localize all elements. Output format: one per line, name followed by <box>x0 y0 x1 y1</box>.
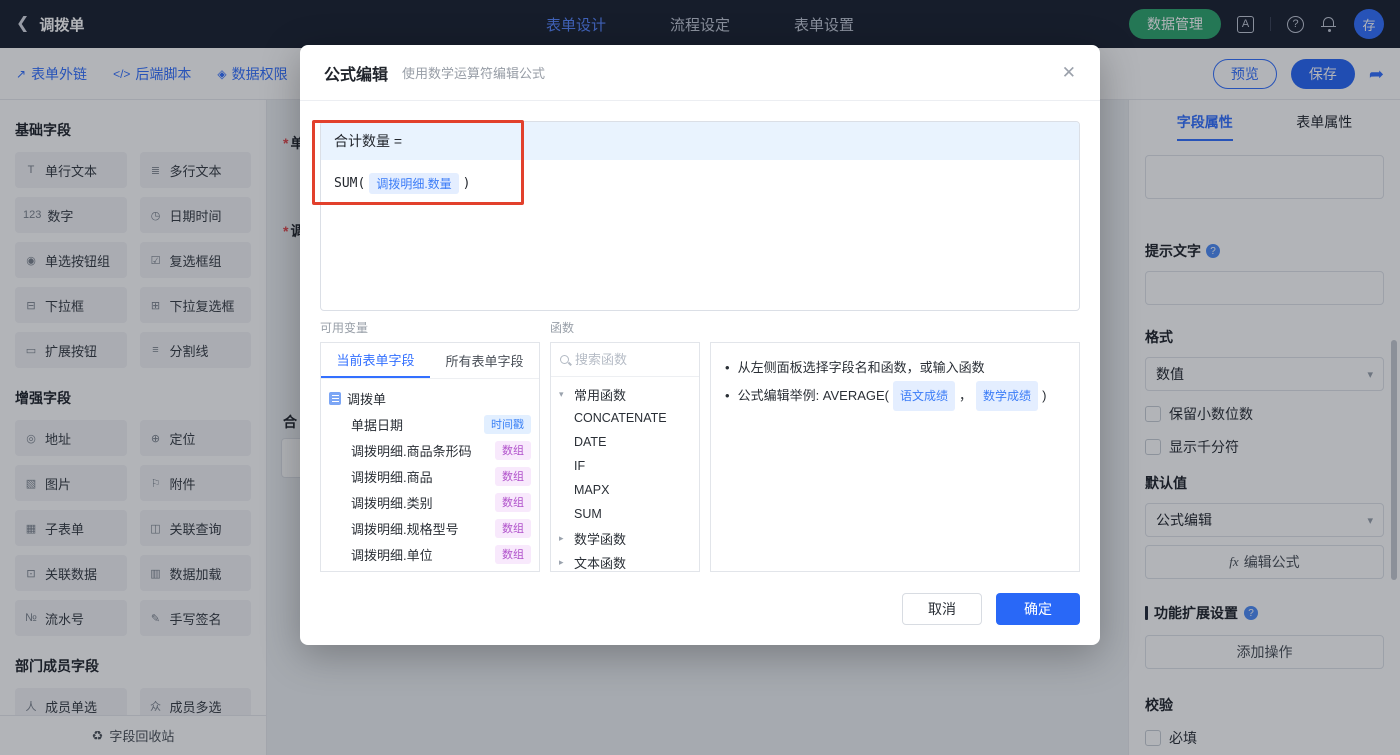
formula-edit-modal: 公式编辑 使用数学运算符编辑公式 ✕ 合计数量 = SUM( 调拨明细.数量 )… <box>300 45 1100 645</box>
variable-name: 单据日期 <box>351 417 404 433</box>
variable-type-badge: 时间戳 <box>484 414 531 434</box>
variable-type-badge: 数组 <box>495 544 531 564</box>
function-search-input[interactable] <box>575 352 690 367</box>
variable-row[interactable]: 调拨明细.单位 数组 <box>329 541 531 567</box>
tip-text: 从左侧面板选择字段名和函数，或输入函数 <box>737 360 985 375</box>
variable-row[interactable]: 调拨明细.类别 数组 <box>329 489 531 515</box>
function-search[interactable] <box>551 343 699 377</box>
function-group-label: 文本函数 <box>574 555 627 571</box>
function-date[interactable]: DATE <box>559 430 691 454</box>
formula-target-row: 合计数量 = <box>321 122 1079 160</box>
variable-type-badge: 数组 <box>495 518 531 538</box>
close-icon[interactable]: ✕ <box>1062 63 1076 83</box>
form-doc-icon <box>329 391 341 405</box>
function-group-label: 常用函数 <box>574 387 627 403</box>
variable-name: 调拨明细.商品 <box>351 469 433 485</box>
function-sum[interactable]: SUM <box>559 502 691 526</box>
app: ❮ 调拨单 表单设计 流程设定 表单设置 数据管理 A ? 存 ↗ 表单外链 </… <box>0 0 1400 755</box>
variable-row[interactable]: 调拨明细.商品 数组 <box>329 463 531 489</box>
variable-row[interactable]: 调拨明细.商品条形码 数组 <box>329 437 531 463</box>
formula-target-label: 合计数量 = <box>334 133 403 149</box>
search-icon <box>560 355 569 364</box>
function-concatenate[interactable]: CONCATENATE <box>559 406 691 430</box>
example-field-token: 语文成绩 <box>893 381 956 411</box>
tab-all-form-fields[interactable]: 所有表单字段 <box>430 343 539 378</box>
tree-root-form[interactable]: 调拨单 <box>329 385 531 411</box>
function-group-math[interactable]: ▸ 数学函数 <box>559 526 691 550</box>
modal-header: 公式编辑 使用数学运算符编辑公式 ✕ <box>300 45 1100 101</box>
tip-text: ) <box>1042 388 1047 403</box>
variable-type-badge: 数组 <box>495 440 531 460</box>
tip-text: 公式编辑举例: AVERAGE( <box>737 388 890 403</box>
panels-row: 当前表单字段 所有表单字段 调拨单 单据日期 时间戳 调拨明细.商品条形码 数组 调… <box>320 342 1080 572</box>
functions-panel: ▾ 常用函数 CONCATENATE DATE IF MAPX SUM ▸ 数学函数… <box>550 342 700 572</box>
tips-panel: 从左侧面板选择字段名和函数，或输入函数 公式编辑举例: AVERAGE( 语文成… <box>710 342 1080 572</box>
chevron-down-icon: ▾ <box>559 388 564 399</box>
confirm-button[interactable]: 确定 <box>996 593 1080 625</box>
chevron-right-icon: ▸ <box>559 532 564 543</box>
tab-current-form-fields[interactable]: 当前表单字段 <box>321 343 430 378</box>
function-group-label: 数学函数 <box>574 531 627 547</box>
chevron-right-icon: ▸ <box>559 556 564 567</box>
functions-label: 函数 <box>550 321 575 335</box>
panel-labels: 可用变量 函数 <box>320 319 1080 336</box>
modal-body: 合计数量 = SUM( 调拨明细.数量 ) 可用变量 函数 当前表单字段 所有表… <box>300 101 1100 645</box>
functions-tree: ▾ 常用函数 CONCATENATE DATE IF MAPX SUM ▸ 数学函数… <box>551 377 699 571</box>
variable-name: 调拨明细.类别 <box>351 495 433 511</box>
variables-label: 可用变量 <box>320 321 369 335</box>
variable-type-badge: 数组 <box>495 492 531 512</box>
variable-type-badge: 数组 <box>495 466 531 486</box>
tip-line-2: 公式编辑举例: AVERAGE( 语文成绩 ， 数学成绩 ) <box>725 381 1065 411</box>
function-group-text[interactable]: ▸ 文本函数 <box>559 550 691 571</box>
function-if[interactable]: IF <box>559 454 691 478</box>
variables-tree: 调拨单 单据日期 时间戳 调拨明细.商品条形码 数组 调拨明细.商品 数组 调拨明细.… <box>321 379 539 571</box>
modal-footer: 取消 确定 <box>320 593 1080 645</box>
variables-tabs: 当前表单字段 所有表单字段 <box>321 343 539 379</box>
tree-root-label: 调拨单 <box>347 391 387 407</box>
variable-row[interactable]: 单据日期 时间戳 <box>329 411 531 437</box>
variable-name: 调拨明细.单位 <box>351 547 433 563</box>
cancel-button[interactable]: 取消 <box>902 593 982 625</box>
variable-name: 调拨明细.商品条形码 <box>351 443 472 459</box>
modal-subtitle: 使用数学运算符编辑公式 <box>402 66 546 81</box>
function-group-common[interactable]: ▾ 常用函数 <box>559 382 691 406</box>
formula-expression[interactable]: SUM( 调拨明细.数量 ) <box>321 160 1079 207</box>
tip-line-1: 从左侧面板选择字段名和函数，或输入函数 <box>725 355 1065 381</box>
function-mapx[interactable]: MAPX <box>559 478 691 502</box>
formula-field-token[interactable]: 调拨明细.数量 <box>369 173 459 194</box>
variable-name: 调拨明细.规格型号 <box>351 521 459 537</box>
variable-row[interactable]: 调拨明细.规格型号 数组 <box>329 515 531 541</box>
formula-fn-close: ) <box>462 176 471 191</box>
example-field-token: 数学成绩 <box>976 381 1039 411</box>
modal-title: 公式编辑 <box>324 66 389 84</box>
formula-fn-open: SUM( <box>334 176 366 191</box>
tip-text: ， <box>959 388 973 403</box>
formula-editor[interactable]: 合计数量 = SUM( 调拨明细.数量 ) <box>320 121 1080 311</box>
variables-panel: 当前表单字段 所有表单字段 调拨单 单据日期 时间戳 调拨明细.商品条形码 数组 调… <box>320 342 540 572</box>
